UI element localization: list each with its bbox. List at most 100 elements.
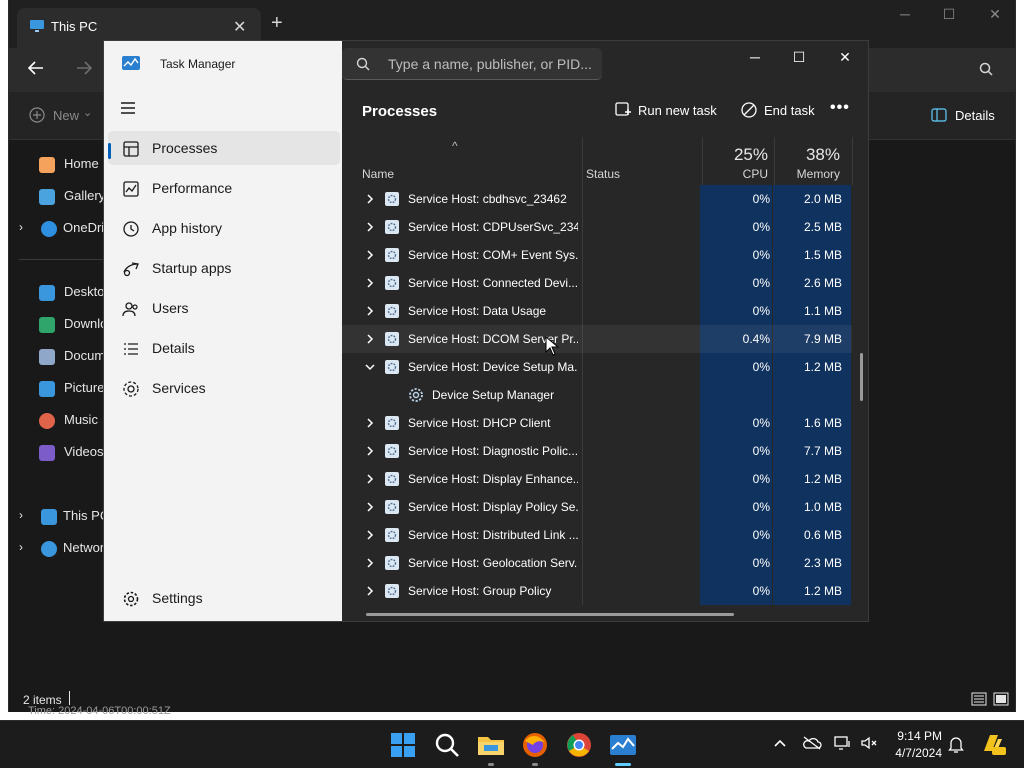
gallery-icon bbox=[39, 189, 55, 205]
explorer-search-icon[interactable] bbox=[979, 62, 993, 76]
process-memory: 1.1 MB bbox=[803, 304, 842, 318]
nav-settings[interactable]: Settings bbox=[108, 581, 340, 615]
clock-date[interactable]: 4/7/2024 bbox=[884, 746, 942, 760]
nav-details[interactable]: Details bbox=[108, 331, 340, 365]
explorer-maximize-button[interactable]: ☐ bbox=[937, 6, 961, 26]
chevron-right-icon[interactable]: › bbox=[19, 540, 23, 554]
volume-muted-icon[interactable] bbox=[860, 735, 880, 755]
process-cpu: 0% bbox=[752, 220, 770, 234]
process-row[interactable]: Service Host: Diagnostic Polic... 0% 7.7 M… bbox=[342, 437, 852, 465]
nav-item-label: Gallery bbox=[64, 188, 106, 203]
start-icon[interactable] bbox=[387, 729, 419, 761]
service-host-icon bbox=[384, 191, 400, 207]
tm-close-button[interactable]: ✕ bbox=[830, 49, 860, 73]
process-memory: 1.5 MB bbox=[803, 248, 842, 262]
hamburger-menu-icon[interactable] bbox=[120, 101, 136, 115]
column-name[interactable]: Name bbox=[362, 167, 394, 181]
process-row[interactable]: Service Host: Geolocation Serv... 0% 2.3 M… bbox=[342, 549, 852, 577]
file-explorer-icon[interactable] bbox=[475, 729, 507, 761]
chevron-right-icon[interactable] bbox=[364, 528, 376, 542]
explorer-close-button[interactable]: ✕ bbox=[983, 6, 1007, 26]
notification-bell-icon[interactable] bbox=[948, 735, 968, 755]
onedrive-offline-icon[interactable] bbox=[802, 735, 822, 755]
process-cpu: 0% bbox=[752, 444, 770, 458]
pictures-icon bbox=[39, 381, 55, 397]
service-host-icon bbox=[384, 331, 400, 347]
process-row[interactable]: Service Host: DHCP Client 0% 1.6 MB bbox=[342, 409, 852, 437]
chevron-up-icon[interactable] bbox=[772, 735, 792, 755]
chevron-right-icon[interactable] bbox=[364, 192, 376, 206]
chevron-right-icon[interactable] bbox=[364, 220, 376, 234]
nav-users[interactable]: Users bbox=[108, 291, 340, 325]
chevron-right-icon[interactable] bbox=[364, 584, 376, 598]
chevron-right-icon[interactable] bbox=[364, 556, 376, 570]
chevron-right-icon[interactable] bbox=[364, 416, 376, 430]
explorer-minimize-button[interactable]: ─ bbox=[893, 6, 917, 26]
task-manager-icon[interactable] bbox=[607, 729, 639, 761]
tiles-view-icon[interactable] bbox=[993, 692, 1009, 706]
chevron-right-icon[interactable] bbox=[364, 248, 376, 262]
process-row[interactable]: Service Host: Distributed Link ... 0% 0.6 … bbox=[342, 521, 852, 549]
nav-services[interactable]: Services bbox=[108, 371, 340, 405]
tm-maximize-button[interactable]: ☐ bbox=[784, 49, 814, 73]
search-icon[interactable] bbox=[431, 729, 463, 761]
nav-startup-apps[interactable]: Startup apps bbox=[108, 251, 340, 285]
tm-minimize-button[interactable]: ─ bbox=[740, 49, 770, 73]
process-row[interactable]: Service Host: cbdhsvc_23462 0% 2.0 MB bbox=[342, 185, 852, 213]
process-row[interactable]: Service Host: Data Usage 0% 1.1 MB bbox=[342, 297, 852, 325]
new-tab-icon[interactable]: + bbox=[271, 12, 283, 35]
chrome-icon[interactable] bbox=[563, 729, 595, 761]
nav-processes[interactable]: Processes bbox=[108, 131, 340, 165]
close-tab-icon[interactable]: ✕ bbox=[233, 17, 246, 37]
process-memory: 1.2 MB bbox=[803, 360, 842, 374]
back-arrow-icon[interactable] bbox=[27, 60, 45, 76]
nav-performance[interactable]: Performance bbox=[108, 171, 340, 205]
process-child-row[interactable]: Device Setup Manager bbox=[342, 381, 852, 409]
vertical-scrollbar[interactable] bbox=[860, 353, 863, 401]
music-icon bbox=[39, 413, 55, 429]
run-new-task-label: Run new task bbox=[638, 103, 717, 118]
chevron-right-icon[interactable] bbox=[364, 472, 376, 486]
process-row[interactable]: Service Host: Connected Devi... 0% 2.6 MB bbox=[342, 269, 852, 297]
column-separator[interactable] bbox=[582, 137, 583, 185]
column-status[interactable]: Status bbox=[586, 167, 620, 181]
horizontal-scrollbar[interactable] bbox=[366, 613, 734, 616]
chevron-right-icon[interactable] bbox=[364, 304, 376, 318]
process-row[interactable]: Service Host: CDPUserSvc_234... 0% 2.5 MB bbox=[342, 213, 852, 241]
copilot-icon[interactable] bbox=[980, 731, 1006, 757]
process-name: Service Host: cbdhsvc_23462 bbox=[408, 192, 567, 206]
process-row[interactable]: Service Host: Group Policy 0% 1.2 MB bbox=[342, 577, 852, 605]
process-cpu: 0% bbox=[752, 528, 770, 542]
details-pane-button[interactable]: Details bbox=[955, 108, 995, 123]
process-row[interactable]: Service Host: Display Policy Se... 0% 1.0 … bbox=[342, 493, 852, 521]
sort-up-icon: ^ bbox=[452, 139, 458, 153]
process-name: Service Host: Geolocation Serv... bbox=[408, 556, 578, 570]
process-search-input[interactable]: Type a name, publisher, or PID... bbox=[342, 48, 602, 80]
column-cpu[interactable]: CPU bbox=[702, 167, 768, 181]
chevron-right-icon[interactable] bbox=[364, 444, 376, 458]
process-memory: 1.6 MB bbox=[803, 416, 842, 430]
firefox-icon[interactable] bbox=[519, 729, 551, 761]
chevron-right-icon[interactable]: › bbox=[19, 220, 23, 234]
process-row[interactable]: Service Host: Device Setup Ma... 0% 1.2 MB bbox=[342, 353, 852, 381]
chevron-right-icon[interactable] bbox=[364, 500, 376, 514]
download-icon bbox=[39, 317, 55, 333]
network-icon[interactable] bbox=[834, 735, 854, 755]
nav-label: Startup apps bbox=[152, 260, 232, 276]
clock-time[interactable]: 9:14 PM bbox=[884, 729, 942, 743]
new-button[interactable]: New bbox=[53, 108, 79, 123]
chevron-down-icon[interactable] bbox=[364, 360, 376, 374]
chevron-right-icon[interactable] bbox=[364, 332, 376, 346]
chevron-right-icon[interactable]: › bbox=[19, 508, 23, 522]
forward-arrow-icon[interactable] bbox=[75, 60, 93, 76]
process-row[interactable]: Service Host: DCOM Server Pr... 0.4% 7.9 M… bbox=[342, 325, 852, 353]
process-name: Device Setup Manager bbox=[432, 388, 555, 402]
nav-app-history[interactable]: App history bbox=[108, 211, 340, 245]
more-options-icon[interactable]: ••• bbox=[830, 99, 850, 117]
process-row[interactable]: Service Host: Display Enhance... 0% 1.2 MB bbox=[342, 465, 852, 493]
process-row[interactable]: Service Host: COM+ Event Sys... 0% 1.5 MB bbox=[342, 241, 852, 269]
details-view-icon[interactable] bbox=[971, 692, 987, 706]
column-memory[interactable]: Memory bbox=[774, 167, 840, 181]
chevron-right-icon[interactable] bbox=[364, 276, 376, 290]
column-separator[interactable] bbox=[852, 137, 853, 185]
